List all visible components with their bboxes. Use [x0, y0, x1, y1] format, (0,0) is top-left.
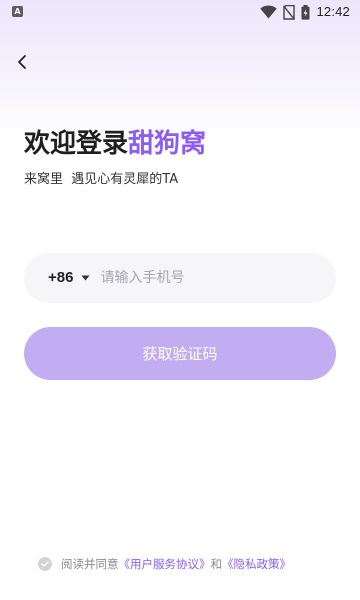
- page-title: 欢迎登录甜狗窝: [24, 124, 206, 164]
- agreement-row: 阅读并同意 《用户服务协议》 和 《隐私政策》: [38, 555, 291, 573]
- no-sim-icon: [283, 4, 296, 20]
- status-icons: 12:42: [260, 3, 350, 21]
- agree-checkbox[interactable]: [38, 557, 52, 571]
- welcome-subtitle: 来窝里 遇见心有灵犀的TA: [24, 172, 179, 187]
- status-bar: A 12:42: [0, 0, 360, 24]
- caret-down-icon: [81, 275, 90, 281]
- agreement-prefix: 阅读并同意: [61, 557, 119, 571]
- chevron-left-icon: [18, 55, 26, 69]
- country-code-selector[interactable]: +86: [48, 268, 90, 288]
- app-notification-icon: A: [12, 6, 23, 17]
- checkmark-icon: [41, 561, 49, 567]
- welcome-title-prefix: 欢迎登录: [24, 129, 129, 159]
- phone-number-input[interactable]: [100, 258, 336, 298]
- phone-input-row: +86: [24, 253, 336, 303]
- battery-icon: [301, 4, 310, 20]
- agreement-connector: 和: [210, 557, 223, 571]
- get-verification-code-button[interactable]: 获取验证码: [24, 327, 336, 380]
- privacy-policy-link[interactable]: 《隐私政策》: [222, 555, 291, 573]
- user-agreement-link[interactable]: 《用户服务协议》: [119, 555, 211, 573]
- brand-name: 甜狗窝: [128, 129, 207, 159]
- wifi-icon: [260, 5, 278, 19]
- back-button[interactable]: [10, 50, 34, 74]
- country-code-label: +86: [48, 269, 74, 286]
- status-time: 12:42: [316, 4, 350, 19]
